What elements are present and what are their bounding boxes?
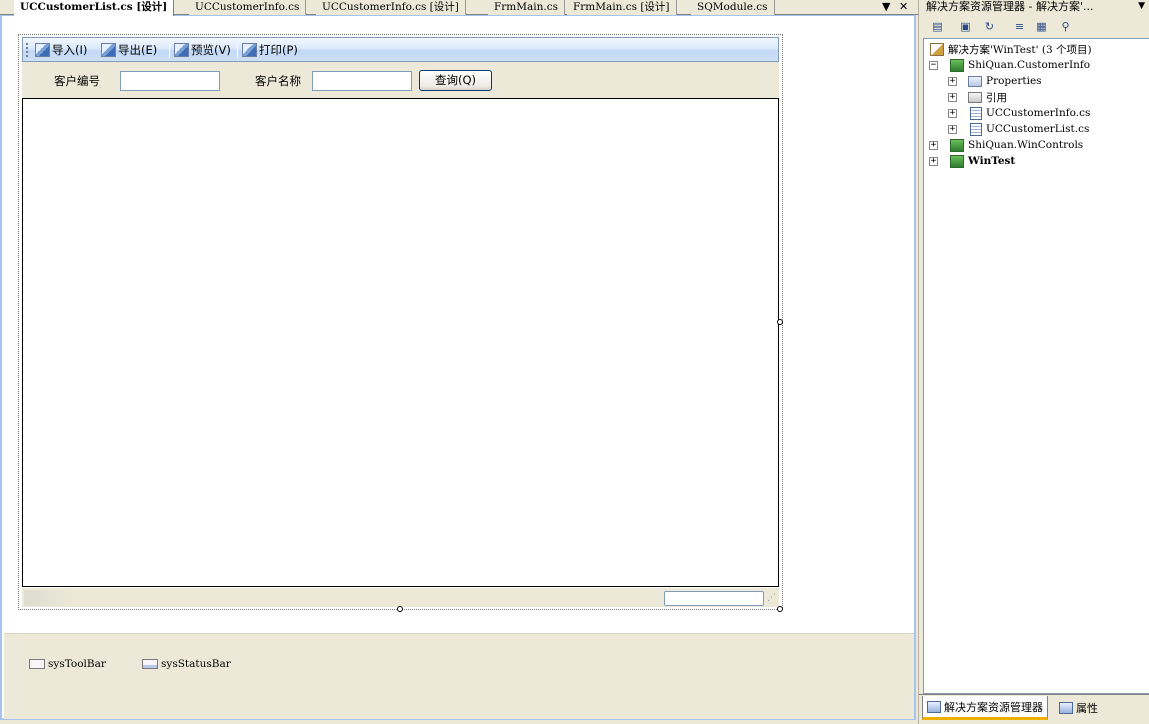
project-icon xyxy=(950,154,964,168)
tray-item-label: sysToolBar xyxy=(48,658,106,670)
preview-button[interactable]: 预览(V) xyxy=(174,41,231,59)
tree-node-label: ShiQuan.WinControls xyxy=(968,139,1084,151)
toolbar-separator xyxy=(237,42,238,58)
show-all-files-icon[interactable]: ▣ xyxy=(957,18,974,34)
tree-node-references[interactable]: 引用 xyxy=(968,89,1007,105)
toolbar-separator xyxy=(169,42,170,58)
solution-explorer-icon xyxy=(927,700,941,713)
sys-toolbar: 导入(I) 导出(E) 预览(V) 打印(P) xyxy=(22,37,779,62)
image-icon xyxy=(242,43,257,57)
tree-node-project-wintest[interactable]: WinTest xyxy=(950,153,1015,169)
tree-node-label: WinTest xyxy=(968,155,1016,167)
designer-frame: 导入(I) 导出(E) 预览(V) 打印(P) 客户编号 客户名称 查询(Q) … xyxy=(0,15,916,720)
document-area: UCCustomerList.cs [设计] UCCustomerInfo.cs… xyxy=(0,0,918,724)
status-panel xyxy=(24,590,74,606)
tab-uccustomerinfo-design[interactable]: UCCustomerInfo.cs [设计] xyxy=(316,0,466,15)
component-tray: sysToolBar sysStatusBar xyxy=(4,633,914,719)
folder-icon xyxy=(968,75,982,87)
usercontrol-file-icon xyxy=(970,122,982,136)
image-icon xyxy=(101,43,116,57)
customer-name-label: 客户名称 xyxy=(255,74,301,88)
expand-icon[interactable]: + xyxy=(929,141,938,150)
import-button-label: 导入(I) xyxy=(52,43,88,57)
tray-item-systoolbar[interactable]: sysToolBar xyxy=(29,658,106,670)
tab-frmmain-code[interactable]: FrmMain.cs xyxy=(488,0,565,15)
solution-explorer-title-text: 解决方案资源管理器 - 解决方案'... xyxy=(926,0,1094,13)
print-button-label: 打印(P) xyxy=(259,43,298,57)
customer-data-grid[interactable] xyxy=(22,98,779,587)
status-progress-bar xyxy=(664,591,764,606)
properties-icon[interactable]: ▤ xyxy=(929,18,946,34)
tab-frmmain-design[interactable]: FrmMain.cs [设计] xyxy=(567,0,677,15)
expand-icon[interactable]: + xyxy=(948,109,957,118)
view-designer-icon[interactable]: ▦ xyxy=(1033,18,1050,34)
solution-explorer-toolbar: ▤ ▣ ↻ ≡ ▦ ⚲ xyxy=(923,15,1148,37)
resize-handle-bottom[interactable] xyxy=(397,606,403,612)
tray-item-sysstatusbar[interactable]: sysStatusBar xyxy=(142,658,231,670)
expand-icon[interactable]: + xyxy=(948,125,957,134)
tool-window-tabs: 解决方案资源管理器 属性 xyxy=(919,694,1149,724)
view-code-icon[interactable]: ≡ xyxy=(1011,18,1028,34)
expand-icon[interactable]: + xyxy=(948,93,957,102)
toolbar-grip[interactable] xyxy=(26,43,28,58)
tree-node-uccustomerinfo[interactable]: UCCustomerInfo.cs xyxy=(970,105,1090,121)
close-icon[interactable]: ✕ xyxy=(899,0,908,14)
search-button[interactable]: 查询(Q) xyxy=(419,70,492,91)
statusbar-component-icon xyxy=(142,659,158,669)
window-position-dropdown-icon[interactable]: ▼ xyxy=(1138,0,1145,13)
tab-list-dropdown-icon[interactable]: ▼ xyxy=(882,0,890,14)
tab-uccustomerinfo-code[interactable]: UCCustomerInfo.cs xyxy=(189,0,307,15)
collapse-icon[interactable]: − xyxy=(929,61,938,70)
tab-label: 属性 xyxy=(1076,702,1098,715)
refresh-icon[interactable]: ↻ xyxy=(981,18,998,34)
class-diagram-icon[interactable]: ⚲ xyxy=(1057,18,1074,34)
tree-node-project-customerinfo[interactable]: ShiQuan.CustomerInfo xyxy=(950,57,1090,73)
project-icon xyxy=(950,58,964,72)
references-icon xyxy=(968,91,982,103)
solution-icon xyxy=(930,42,944,56)
customer-id-input[interactable] xyxy=(120,71,220,91)
tree-node-properties[interactable]: Properties xyxy=(968,73,1042,89)
print-button[interactable]: 打印(P) xyxy=(242,41,298,59)
tree-node-label: 解决方案'WinTest' (3 个项目) xyxy=(948,43,1092,56)
toolbar-component-icon xyxy=(29,659,45,669)
tree-node-uccustomerlist[interactable]: UCCustomerList.cs xyxy=(970,121,1089,137)
image-icon xyxy=(174,43,189,57)
sys-status-bar: ⋰ xyxy=(22,587,779,607)
resize-handle-right[interactable] xyxy=(777,319,783,325)
size-grip-icon[interactable]: ⋰ xyxy=(767,592,777,604)
tree-node-solution[interactable]: 解决方案'WinTest' (3 个项目) xyxy=(930,41,1092,57)
preview-button-label: 预览(V) xyxy=(191,43,231,57)
query-panel: 客户编号 客户名称 查询(Q) xyxy=(22,62,779,98)
tree-node-label: Properties xyxy=(986,75,1042,87)
solution-tree: 解决方案'WinTest' (3 个项目) − ShiQuan.Customer… xyxy=(923,38,1149,694)
tab-solution-explorer[interactable]: 解决方案资源管理器 xyxy=(922,696,1048,720)
tree-node-label: UCCustomerList.cs xyxy=(986,123,1090,135)
image-icon xyxy=(35,43,50,57)
solution-explorer: 解决方案资源管理器 - 解决方案'... ▼ ▤ ▣ ↻ ≡ ▦ ⚲ 解决方案'… xyxy=(918,0,1149,724)
import-button[interactable]: 导入(I) xyxy=(35,41,87,59)
design-surface[interactable]: 导入(I) 导出(E) 预览(V) 打印(P) 客户编号 客户名称 查询(Q) … xyxy=(4,17,914,633)
tree-node-label: UCCustomerInfo.cs xyxy=(986,107,1091,119)
export-button[interactable]: 导出(E) xyxy=(101,41,157,59)
tray-item-label: sysStatusBar xyxy=(161,658,231,670)
solution-explorer-title: 解决方案资源管理器 - 解决方案'... ▼ xyxy=(919,0,1149,14)
document-tab-strip: UCCustomerList.cs [设计] UCCustomerInfo.cs… xyxy=(0,0,918,16)
customer-id-label: 客户编号 xyxy=(54,74,100,88)
expand-icon[interactable]: + xyxy=(929,157,938,166)
tree-node-label: 引用 xyxy=(986,91,1007,104)
expand-icon[interactable]: + xyxy=(948,77,957,86)
tab-sqmodule-code[interactable]: SQModule.cs xyxy=(691,0,775,15)
tab-properties[interactable]: 属性 xyxy=(1055,696,1102,720)
tree-node-label: ShiQuan.CustomerInfo xyxy=(968,59,1091,71)
tab-label: 解决方案资源管理器 xyxy=(944,700,1043,714)
tab-uccustomerlist-design[interactable]: UCCustomerList.cs [设计] xyxy=(14,0,175,16)
properties-window-icon xyxy=(1059,702,1073,714)
tree-node-project-wincontrols[interactable]: ShiQuan.WinControls xyxy=(950,137,1083,153)
resize-handle-corner[interactable] xyxy=(777,606,783,612)
usercontrol-file-icon xyxy=(970,106,982,120)
project-icon xyxy=(950,138,964,152)
customer-name-input[interactable] xyxy=(312,71,412,91)
export-button-label: 导出(E) xyxy=(118,43,158,57)
